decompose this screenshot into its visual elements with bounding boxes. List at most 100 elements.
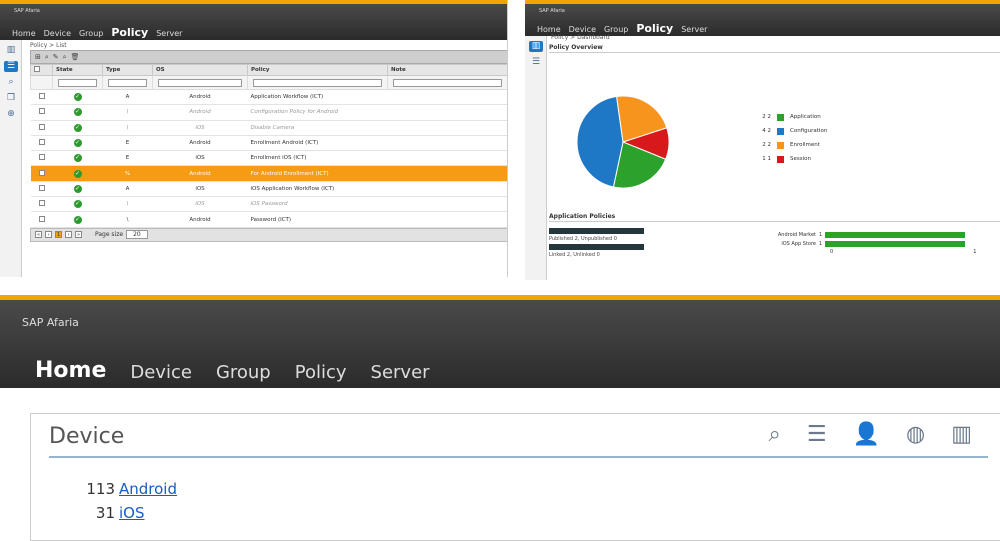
chart-icon[interactable]: ▥ xyxy=(529,41,543,52)
row-checkbox[interactable] xyxy=(38,200,45,207)
side-icon-rail: ▥ ☰ ⌕ ❐ ⊕ xyxy=(0,40,22,277)
delete-icon[interactable]: 🗑 xyxy=(71,53,80,61)
nav-home[interactable]: Home xyxy=(12,30,36,38)
row-checkbox-cell[interactable] xyxy=(30,120,53,136)
header-os[interactable]: OS xyxy=(152,64,248,76)
os-filter[interactable] xyxy=(158,78,242,87)
select-all-checkbox[interactable] xyxy=(34,66,40,72)
row-checkbox[interactable] xyxy=(38,154,45,161)
search-doc-icon[interactable]: ⌕ xyxy=(4,77,18,88)
nav-server[interactable]: Server xyxy=(156,30,182,38)
row-checkbox[interactable] xyxy=(38,215,45,222)
next-page-button[interactable]: › xyxy=(65,231,72,239)
search-icon[interactable]: ⌕ xyxy=(769,422,781,447)
main-nav: Home Device Group Policy Server xyxy=(12,27,182,38)
globe-icon[interactable]: ◍ xyxy=(906,422,925,447)
columns-icon[interactable]: ⊞ xyxy=(35,53,41,61)
nav-server[interactable]: Server xyxy=(681,26,707,34)
last-page-button[interactable]: » xyxy=(75,231,82,239)
nav-group[interactable]: Group xyxy=(216,364,271,382)
market-count: 1 xyxy=(819,240,823,247)
row-checkbox-cell[interactable] xyxy=(30,150,53,167)
chart-icon[interactable]: ▥ xyxy=(951,422,972,447)
legend-count: 4 2 xyxy=(762,128,771,134)
dashboard-content: Policy > Dashboard Policy Overview 2 2 Ap… xyxy=(549,34,1000,280)
policy-cell[interactable]: Enrollment iOS (ICT) xyxy=(247,150,388,167)
state-cell: ✓ xyxy=(52,211,103,228)
row-checkbox-cell[interactable] xyxy=(30,135,53,152)
nav-group[interactable]: Group xyxy=(79,30,103,38)
nav-policy[interactable]: Policy xyxy=(295,364,347,382)
list-icon[interactable]: ☰ xyxy=(807,422,827,447)
row-checkbox-cell[interactable] xyxy=(30,211,53,228)
table-row[interactable]: ✓% Android For Android Enrollment (ICT) xyxy=(30,165,507,182)
table-row[interactable]: ✓ AiOS iOS Application Workflow (ICT) xyxy=(30,181,507,198)
check-icon: ✓ xyxy=(73,169,82,178)
stat-link-android[interactable]: Android xyxy=(119,480,177,498)
row-checkbox-cell[interactable] xyxy=(30,89,53,106)
row-checkbox[interactable] xyxy=(38,184,45,191)
row-checkbox-cell[interactable] xyxy=(30,196,53,213)
policy-filter[interactable] xyxy=(253,78,382,87)
list-icon[interactable]: ☰ xyxy=(529,57,543,68)
list-icon[interactable]: ☰ xyxy=(4,61,18,72)
row-checkbox-cell[interactable] xyxy=(30,165,53,182)
row-checkbox[interactable] xyxy=(38,123,45,130)
policy-cell[interactable]: Disable Camera xyxy=(247,120,388,136)
table-row[interactable]: ✓ \ iOS Disable Camera xyxy=(30,120,507,136)
nav-device[interactable]: Device xyxy=(44,30,71,38)
nav-policy[interactable]: Policy xyxy=(111,27,148,38)
policy-cell[interactable]: Enrollment Android (ICT) xyxy=(247,135,388,152)
policy-cell[interactable]: iOS Application Workflow (ICT) xyxy=(247,181,388,198)
row-checkbox-cell[interactable] xyxy=(30,181,53,198)
table-row[interactable]: ✓ \ Android Password (ICT) xyxy=(30,211,507,228)
policy-cell[interactable]: Password (ICT) xyxy=(247,211,388,228)
policy-cell[interactable]: For Android Enrollment (ICT) xyxy=(247,165,388,182)
policy-cell[interactable]: iOS Password xyxy=(247,196,388,213)
prev-page-button[interactable]: ‹ xyxy=(45,231,52,239)
state-filter[interactable] xyxy=(58,78,97,87)
nav-server[interactable]: Server xyxy=(371,364,430,382)
zoom-icon[interactable]: ⊕ xyxy=(4,109,18,120)
table-row[interactable]: ✓ \ Android Configuration Policy for Androi… xyxy=(30,104,507,121)
current-page[interactable]: 1 xyxy=(55,231,62,239)
stat-link-ios[interactable]: iOS xyxy=(119,504,145,522)
table-row[interactable]: ✓ EiOS Enrollment iOS (ICT) xyxy=(30,150,507,167)
policy-dashboard-panel: SAP Afaria Home Device Group Policy Serv… xyxy=(525,0,1000,280)
header-policy[interactable]: Policy xyxy=(247,64,388,76)
main-nav: Home Device Group Policy Server xyxy=(35,360,430,382)
nav-policy[interactable]: Policy xyxy=(636,23,673,34)
row-checkbox[interactable] xyxy=(38,169,45,176)
edit-icon[interactable]: ✎ xyxy=(53,53,59,61)
first-page-button[interactable]: « xyxy=(35,231,42,239)
search-icon[interactable]: ⌕ xyxy=(63,53,67,62)
row-checkbox[interactable] xyxy=(38,139,45,146)
copy-icon[interactable]: ❐ xyxy=(4,93,18,104)
market-row: iOS App Store 1 xyxy=(759,239,976,248)
legend-item: 2 2 Application xyxy=(757,110,827,124)
nav-group[interactable]: Group xyxy=(604,26,628,34)
header-type[interactable]: Type xyxy=(102,64,153,76)
header-state[interactable]: State xyxy=(52,64,103,76)
table-row[interactable]: ✓ \ iOS iOS Password xyxy=(30,196,507,213)
note-filter[interactable] xyxy=(393,78,502,87)
nav-home[interactable]: Home xyxy=(537,26,561,34)
nav-device[interactable]: Device xyxy=(569,26,596,34)
chart-icon[interactable]: ▥ xyxy=(4,45,18,56)
row-checkbox-cell[interactable] xyxy=(30,104,53,121)
row-checkbox[interactable] xyxy=(38,93,45,100)
row-checkbox[interactable] xyxy=(38,108,45,115)
nav-home[interactable]: Home xyxy=(35,360,106,382)
table-row[interactable]: ✓ A Android Application Workflow (ICT) xyxy=(30,89,507,106)
user-icon[interactable]: 👤 xyxy=(853,422,880,447)
nav-device[interactable]: Device xyxy=(130,364,192,382)
filter-icon[interactable]: ⌕ xyxy=(45,53,49,62)
state-cell: ✓ xyxy=(52,165,103,182)
table-row[interactable]: ✓ E Android Enrollment Android (ICT) xyxy=(30,135,507,152)
type-filter[interactable] xyxy=(108,78,147,87)
page-size-select[interactable]: 20 xyxy=(126,230,148,240)
header-select[interactable] xyxy=(30,64,53,76)
header-note[interactable]: Note xyxy=(387,64,507,76)
policy-cell[interactable]: Configuration Policy for Android xyxy=(247,104,388,121)
policy-cell[interactable]: Application Workflow (ICT) xyxy=(247,89,388,106)
